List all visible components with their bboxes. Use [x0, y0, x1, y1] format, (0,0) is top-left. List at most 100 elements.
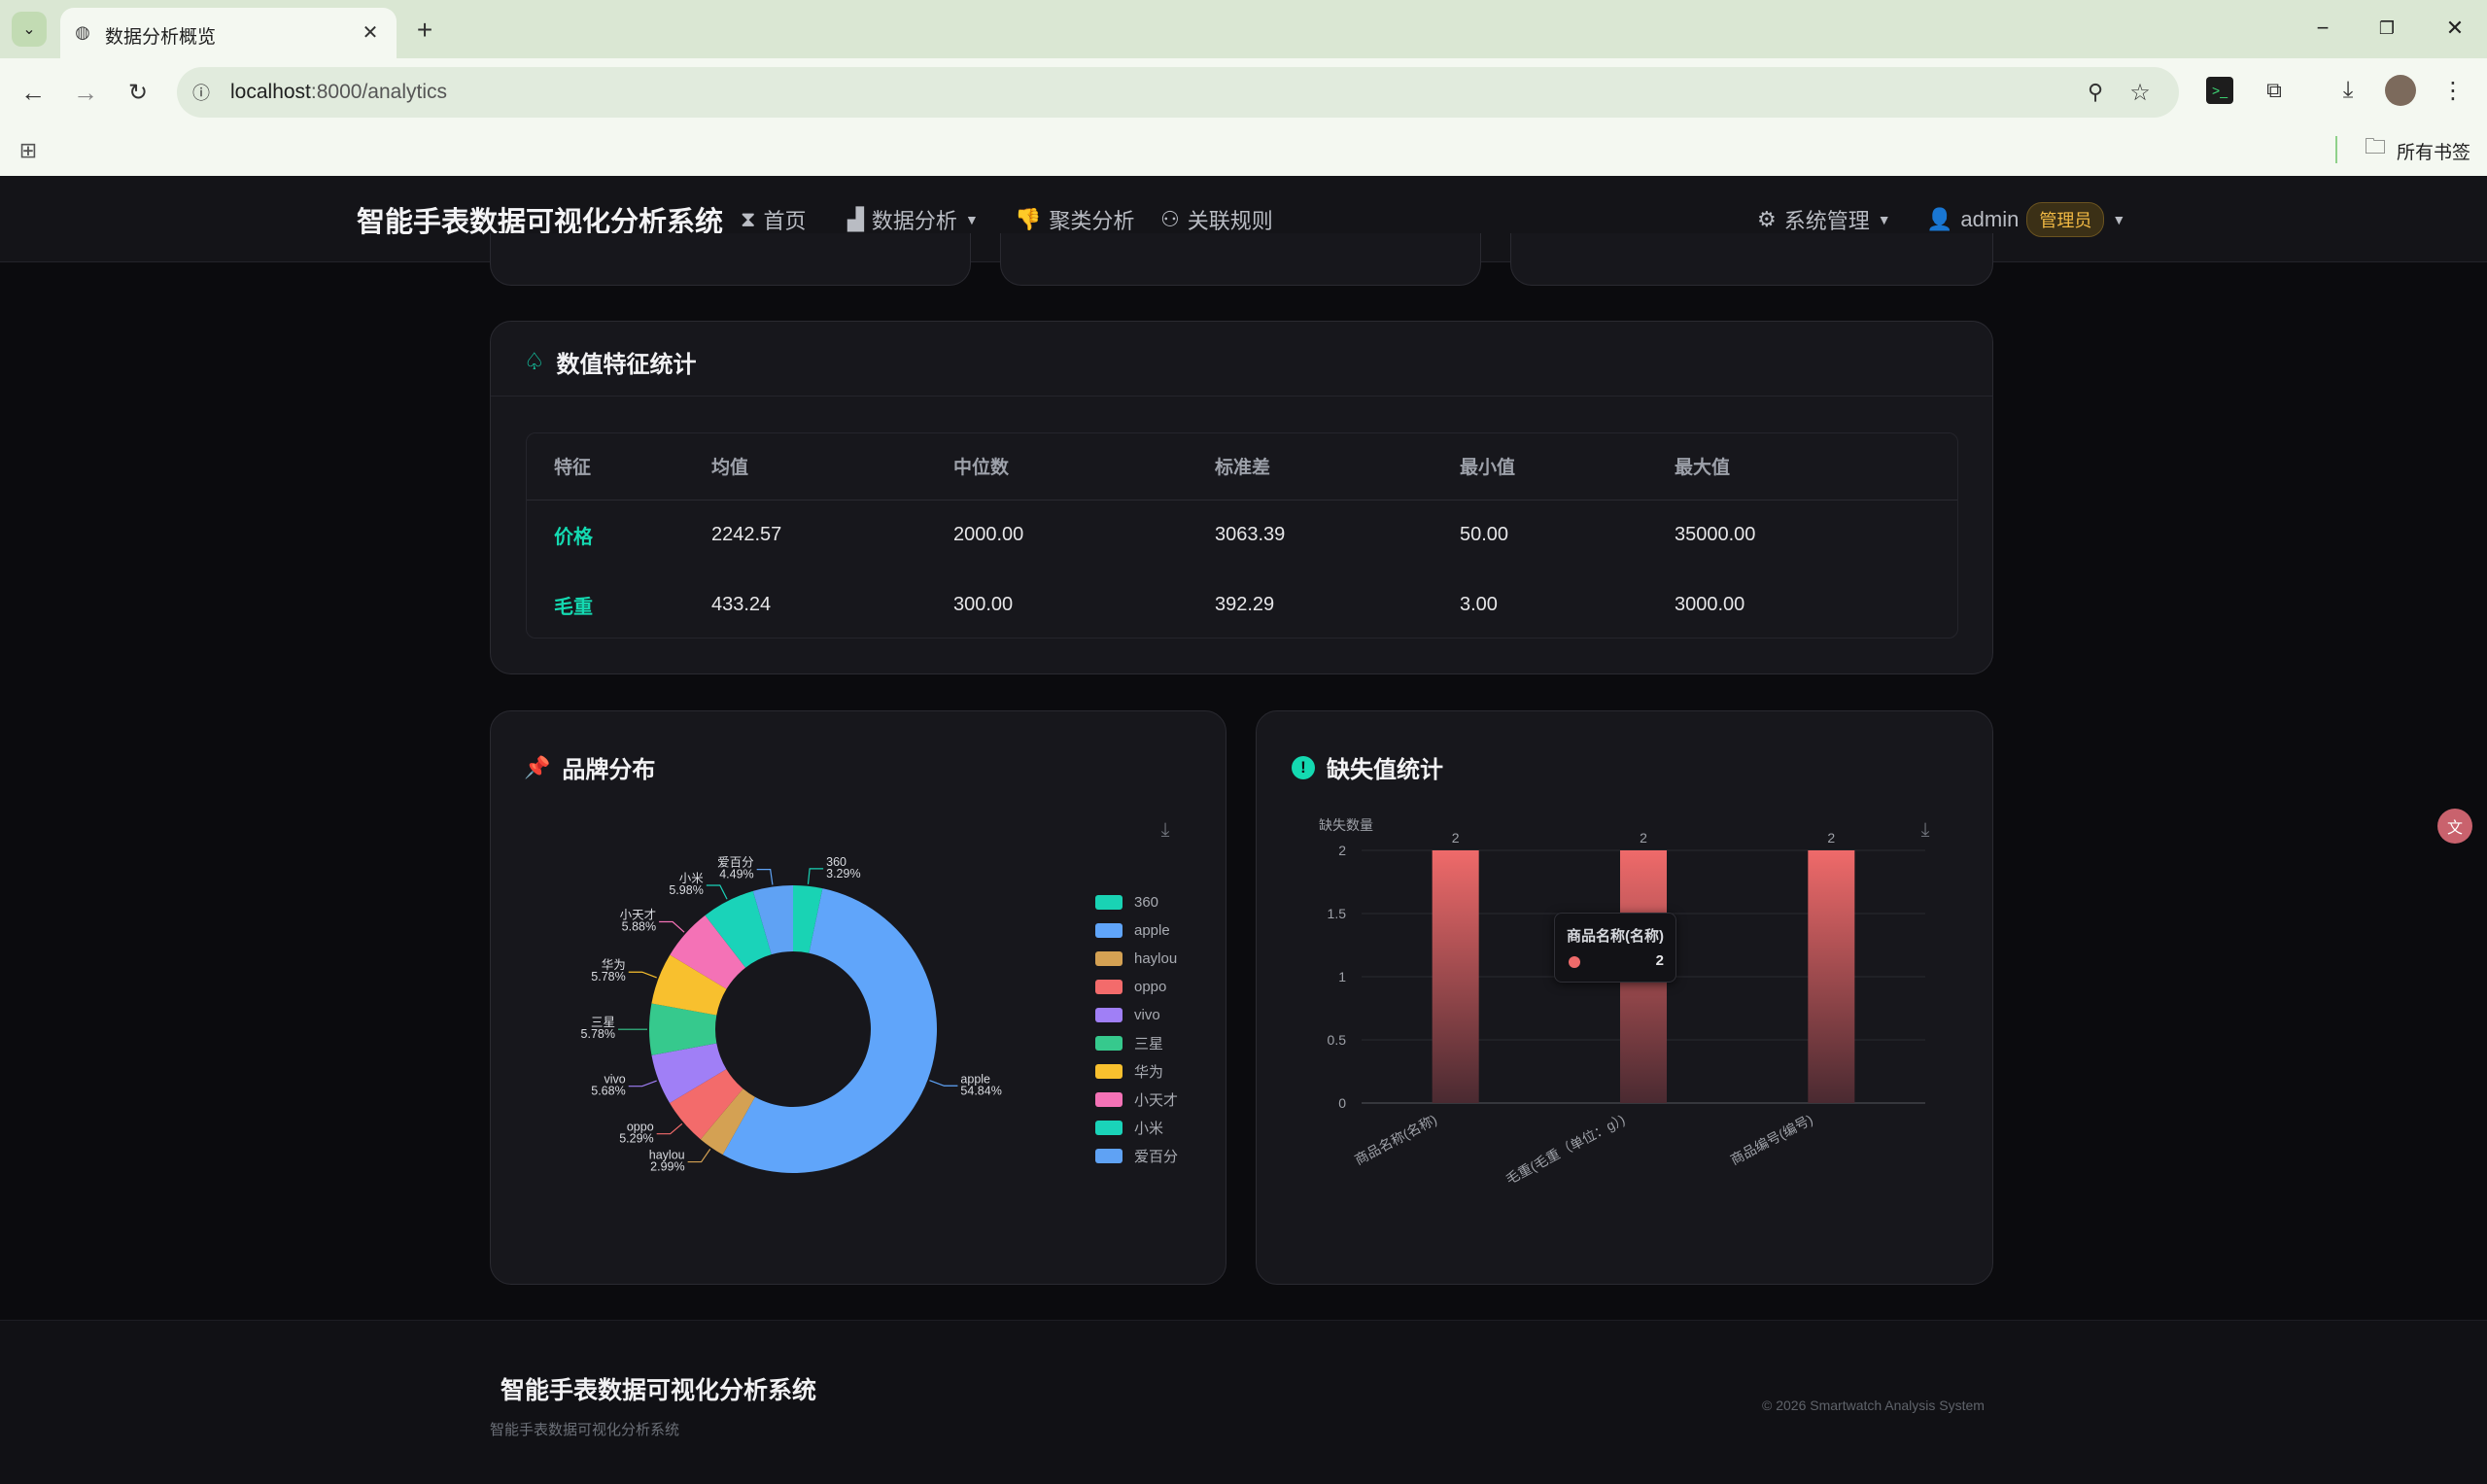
column-header: 标准差 [1215, 433, 1460, 500]
pie-label-percent: 54.84% [960, 1084, 1001, 1097]
apps-icon[interactable]: ⊞ [14, 136, 43, 165]
legend-item[interactable]: apple [1095, 916, 1178, 945]
restore-icon[interactable]: ❐ [2367, 12, 2406, 45]
pie-label-percent: 5.29% [619, 1132, 653, 1146]
table-cell: 3.00 [1460, 593, 1498, 615]
pie-label-line [687, 1149, 711, 1163]
x-tick-label: 商品名称(名称) [1352, 1112, 1439, 1168]
pie-label-line [628, 1080, 657, 1087]
legend-label: apple [1134, 922, 1170, 939]
column-header: 最大值 [1675, 433, 1957, 500]
legend-item[interactable]: 三星 [1095, 1029, 1178, 1057]
legend-item[interactable]: 华为 [1095, 1057, 1178, 1086]
x-tick-label: 商品编号(编号) [1728, 1112, 1815, 1168]
table-cell: 2000.00 [953, 523, 1024, 545]
bar-value-label: 2 [1452, 830, 1460, 846]
legend-label: 三星 [1134, 1036, 1164, 1053]
terminal-extension-icon[interactable]: >_ [2206, 77, 2233, 104]
minimize-icon[interactable]: − [2303, 12, 2342, 45]
bookmarks-bar: ⊞ 🗀 所有书签 [0, 126, 2487, 176]
site-info-icon[interactable]: ⓘ [189, 80, 214, 105]
translate-icon[interactable]: 文 [2437, 809, 2472, 844]
legend-item[interactable]: 小米 [1095, 1114, 1178, 1142]
legend-label: 小米 [1134, 1121, 1164, 1137]
tab-search-button[interactable]: ⌄ [12, 12, 47, 47]
all-bookmarks[interactable]: 所有书签 [2397, 138, 2470, 164]
menu-icon[interactable]: ⋮ [2437, 75, 2469, 106]
legend-item[interactable]: 360 [1095, 888, 1178, 916]
caret-down-icon: ▼ [2112, 211, 2126, 227]
legend-item[interactable]: oppo [1095, 973, 1178, 1001]
pie-label-percent: 5.88% [622, 920, 656, 934]
thumbs-down-icon: 👎 [1015, 206, 1042, 231]
stats-table: 特征 均值 中位数 标准差 最小值 最大值 价格 2242.57 2000.00 3063.39… [527, 433, 1957, 638]
column-header: 中位数 [953, 433, 1215, 500]
pie-label-line [659, 920, 685, 933]
legend-label: haylou [1134, 950, 1178, 967]
bar-tooltip: 商品名称(名称) 2 [1554, 913, 1676, 983]
legend-item[interactable]: haylou [1095, 945, 1178, 973]
tooltip-marker [1569, 956, 1580, 968]
avatar[interactable] [2385, 75, 2416, 106]
summary-card [1510, 233, 1993, 286]
address-bar[interactable]: ⓘ localhost:8000/analytics ⚲ ☆ [177, 67, 2179, 118]
legend-swatch [1095, 923, 1123, 938]
table-row: 毛重 433.24 300.00 392.29 3.00 3000.00 [527, 569, 1957, 638]
nav-cluster-label: 聚类分析 [1049, 208, 1135, 233]
bar-value-label: 2 [1640, 830, 1647, 846]
pie-label-line [706, 884, 728, 900]
zoom-icon[interactable]: ⚲ [2082, 79, 2109, 106]
legend-label: 华为 [1134, 1064, 1164, 1081]
nav-association-label: 关联规则 [1187, 208, 1273, 233]
legend-item[interactable]: 爱百分 [1095, 1142, 1178, 1170]
legend-swatch [1095, 1036, 1123, 1051]
back-icon[interactable]: ← [16, 75, 51, 110]
brand-distribution-card: 📌 品牌分布 ⤓ 360 3.29% apple 54.84% haylou 2.99% o… [490, 710, 1226, 1285]
close-window-icon[interactable]: ✕ [2435, 12, 2474, 45]
footer-subtitle: 智能手表数据可视化分析系统 [490, 1422, 680, 1438]
table-cell: 300.00 [953, 593, 1014, 615]
url-host: localhost [230, 81, 311, 103]
column-header: 均值 [711, 433, 953, 500]
x-tick-label: 毛重(毛重（单位：g）) [1503, 1112, 1628, 1188]
pie-label-percent: 4.49% [719, 868, 753, 881]
new-tab-icon[interactable]: + [408, 14, 441, 47]
star-icon[interactable]: ☆ [2126, 79, 2154, 106]
tab-strip: ⌄ ◍ 数据分析概览 ✕ + − ❐ ✕ [0, 0, 2487, 58]
extensions-icon[interactable]: ⧉ [2259, 75, 2290, 106]
table-cell: 3063.39 [1215, 523, 1286, 545]
forward-icon[interactable]: → [68, 75, 103, 110]
table-row: 价格 2242.57 2000.00 3063.39 50.00 35000.00 [527, 500, 1957, 569]
bar-chart-icon: ▟ [847, 206, 864, 231]
legend-item[interactable]: vivo [1095, 1001, 1178, 1029]
legend-label: 小天才 [1134, 1092, 1179, 1109]
legend-item[interactable]: 小天才 [1095, 1086, 1178, 1114]
browser-tab[interactable]: ◍ 数据分析概览 ✕ [60, 8, 397, 58]
reload-icon[interactable]: ↻ [121, 75, 155, 110]
tooltip-title: 商品名称(名称) [1567, 928, 1664, 945]
hourglass-icon: ⧗ [741, 206, 756, 231]
close-tab-icon[interactable]: ✕ [358, 19, 383, 45]
legend-swatch [1095, 1121, 1123, 1135]
spade-icon: ♤ [524, 349, 545, 375]
table-cell: 价格 [554, 526, 593, 548]
legend-label: 爱百分 [1134, 1149, 1179, 1165]
table-cell: 433.24 [711, 593, 772, 615]
download-icon[interactable]: ⤓ [2332, 75, 2364, 106]
caret-down-icon: ▼ [1877, 211, 1891, 227]
footer-title: 智能手表数据可视化分析系统 [501, 1377, 817, 1404]
pie-label-line [628, 971, 657, 979]
pie-label-percent: 5.78% [581, 1027, 615, 1041]
table-cell: 50.00 [1460, 523, 1509, 545]
footer-copyright: © 2026 Smartwatch Analysis System [1762, 1398, 1985, 1413]
user-name: admin [1960, 206, 2020, 231]
legend-label: oppo [1134, 979, 1167, 995]
legend-swatch [1095, 980, 1123, 994]
nav-data-analysis-label: 数据分析 [871, 208, 957, 233]
folder-icon: 🗀 [2364, 134, 2386, 158]
footer: 智能手表数据可视化分析系统 智能手表数据可视化分析系统 © 2026 Smart… [0, 1320, 2487, 1484]
pie-label-line [929, 1080, 958, 1087]
table-cell: 2242.57 [711, 523, 782, 545]
bar [1808, 850, 1855, 1103]
pie-label-percent: 5.98% [669, 883, 703, 897]
